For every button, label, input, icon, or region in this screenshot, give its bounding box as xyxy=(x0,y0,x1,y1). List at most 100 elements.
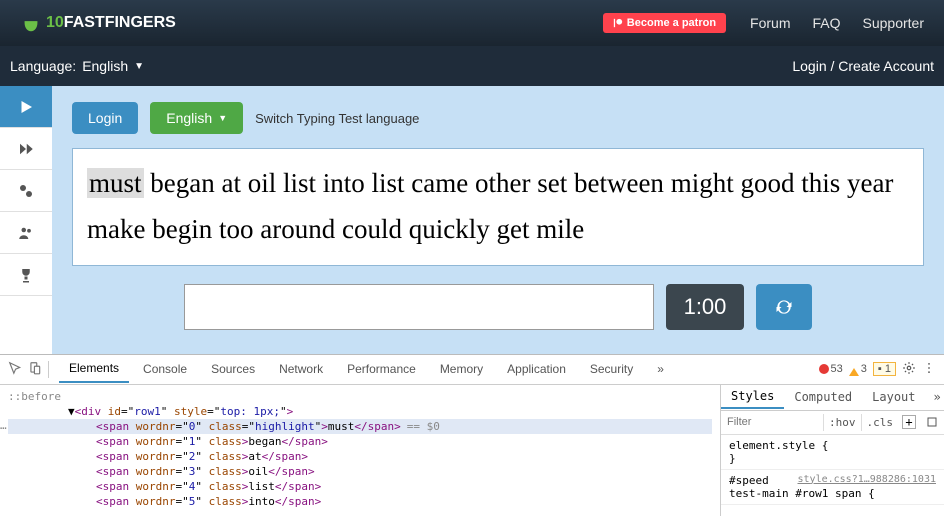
patreon-icon xyxy=(613,18,623,28)
content: Login English ▼ Switch Typing Test langu… xyxy=(52,86,944,354)
reload-icon xyxy=(774,297,794,317)
logo-ten: 10 xyxy=(46,14,64,32)
gears-icon xyxy=(17,182,35,200)
devtools-tab-network[interactable]: Network xyxy=(269,356,333,382)
devtools-tab-application[interactable]: Application xyxy=(497,356,576,382)
language-selector[interactable]: Language: English ▼ xyxy=(10,58,144,74)
main-area: Login English ▼ Switch Typing Test langu… xyxy=(0,86,944,354)
nav-supporter[interactable]: Supporter xyxy=(863,15,924,31)
word: at xyxy=(221,168,241,198)
devtools-panel: ElementsConsoleSourcesNetworkPerformance… xyxy=(0,354,944,516)
word: make xyxy=(87,214,145,244)
word: began xyxy=(150,168,214,198)
tab-layout[interactable]: Layout xyxy=(862,386,925,408)
dom-span-line[interactable]: <span wordnr="0" class="highlight">must<… xyxy=(8,419,712,434)
word: good xyxy=(740,168,794,198)
logo-name: FASTFINGERS xyxy=(64,14,176,32)
word: must xyxy=(87,168,144,198)
word: mile xyxy=(536,214,584,244)
devtools-settings[interactable] xyxy=(902,361,916,378)
devtools-tab-memory[interactable]: Memory xyxy=(430,356,493,382)
word: year xyxy=(847,168,893,198)
dom-before: ::before xyxy=(8,389,712,404)
tabs-overflow[interactable]: » xyxy=(647,356,674,382)
patron-label: Become a patron xyxy=(627,17,716,29)
tab-styles[interactable]: Styles xyxy=(721,385,784,409)
become-patron-button[interactable]: Become a patron xyxy=(603,13,726,33)
top-navbar: 10 FASTFINGERS Become a patron Forum FAQ… xyxy=(0,0,944,46)
rendering-icon[interactable] xyxy=(920,416,944,428)
login-create-link[interactable]: Login / Create Account xyxy=(792,58,934,74)
word: oil xyxy=(248,168,277,198)
css-rule-block[interactable]: style.css?1…988286:1031 #speed test-main… xyxy=(721,470,944,505)
styles-panel: Styles Computed Layout » :hov .cls + ele… xyxy=(720,385,944,516)
word-box: must began at oil list into list came ot… xyxy=(72,148,924,266)
sidebar-advanced[interactable] xyxy=(0,128,52,170)
caret-down-icon: ▼ xyxy=(218,113,227,123)
word: this xyxy=(801,168,840,198)
login-button[interactable]: Login xyxy=(72,102,138,134)
word: other xyxy=(475,168,530,198)
dom-span-line[interactable]: <span wordnr="2" class>at</span> xyxy=(8,449,712,464)
word: came xyxy=(411,168,468,198)
issues-count[interactable]: ▪ 1 xyxy=(873,362,896,376)
tab-computed[interactable]: Computed xyxy=(784,386,862,408)
word: list xyxy=(283,168,316,198)
fast-forward-icon xyxy=(17,140,35,158)
device-icon[interactable] xyxy=(28,361,42,378)
play-icon xyxy=(17,98,35,116)
new-style-rule[interactable]: + xyxy=(902,415,916,429)
styles-tabs: Styles Computed Layout » xyxy=(721,385,944,411)
site-logo[interactable]: 10 FASTFINGERS xyxy=(20,12,176,34)
hov-toggle[interactable]: :hov xyxy=(823,414,861,431)
trophy-icon xyxy=(17,266,35,284)
warning-count[interactable]: 3 xyxy=(849,363,867,376)
styles-tabs-overflow[interactable]: » xyxy=(926,390,944,404)
sidebar-trophy[interactable] xyxy=(0,254,52,296)
dom-tree-panel[interactable]: … ::before ▼<div id="row1" style="top: 1… xyxy=(0,385,720,516)
nav-forum[interactable]: Forum xyxy=(750,15,790,31)
devtools-tab-security[interactable]: Security xyxy=(580,356,643,382)
devtools-tab-sources[interactable]: Sources xyxy=(201,356,265,382)
word: list xyxy=(372,168,405,198)
switch-language-link[interactable]: Switch Typing Test language xyxy=(255,111,419,126)
word: could xyxy=(342,214,402,244)
timer-display: 1:00 xyxy=(666,284,744,330)
sidebar-multiplayer[interactable] xyxy=(0,212,52,254)
cls-toggle[interactable]: .cls xyxy=(861,414,899,431)
element-style-block[interactable]: element.style { } xyxy=(721,435,944,470)
word: set xyxy=(537,168,567,198)
dom-span-line[interactable]: <span wordnr="4" class>list</span> xyxy=(8,479,712,494)
dom-span-line[interactable]: <span wordnr="3" class>oil</span> xyxy=(8,464,712,479)
word: too xyxy=(219,214,254,244)
dom-span-line[interactable]: <span wordnr="1" class>began</span> xyxy=(8,434,712,449)
devtools-tab-performance[interactable]: Performance xyxy=(337,356,426,382)
language-label: Language: xyxy=(10,58,76,74)
devtools-more[interactable] xyxy=(922,361,936,378)
css-source-link[interactable]: style.css?1…988286:1031 xyxy=(798,474,936,485)
english-dropdown[interactable]: English ▼ xyxy=(150,102,243,134)
word: get xyxy=(496,214,529,244)
devtools-tab-elements[interactable]: Elements xyxy=(59,355,129,383)
devtools-tab-console[interactable]: Console xyxy=(133,356,197,382)
devtools-tabs: ElementsConsoleSourcesNetworkPerformance… xyxy=(0,355,944,385)
error-count[interactable]: 53 xyxy=(819,363,843,375)
devtools-body: … ::before ▼<div id="row1" style="top: 1… xyxy=(0,385,944,516)
topnav-links: Forum FAQ Supporter xyxy=(750,15,924,31)
word: might xyxy=(671,168,734,198)
reload-button[interactable] xyxy=(756,284,812,330)
typing-input[interactable] xyxy=(184,284,654,330)
nav-faq[interactable]: FAQ xyxy=(813,15,841,31)
word: into xyxy=(323,168,365,198)
word: quickly xyxy=(409,214,490,244)
word: between xyxy=(574,168,664,198)
styles-filter-input[interactable] xyxy=(721,414,823,430)
inspect-icon[interactable] xyxy=(8,361,22,378)
sidebar-play[interactable] xyxy=(0,86,52,128)
sidebar-settings[interactable] xyxy=(0,170,52,212)
language-value: English xyxy=(82,58,128,74)
breadcrumb-dots[interactable]: … xyxy=(0,419,7,432)
second-navbar: Language: English ▼ Login / Create Accou… xyxy=(0,46,944,86)
dom-row-open[interactable]: ▼<div id="row1" style="top: 1px;"> xyxy=(8,404,712,419)
dom-span-line[interactable]: <span wordnr="5" class>into</span> xyxy=(8,494,712,509)
